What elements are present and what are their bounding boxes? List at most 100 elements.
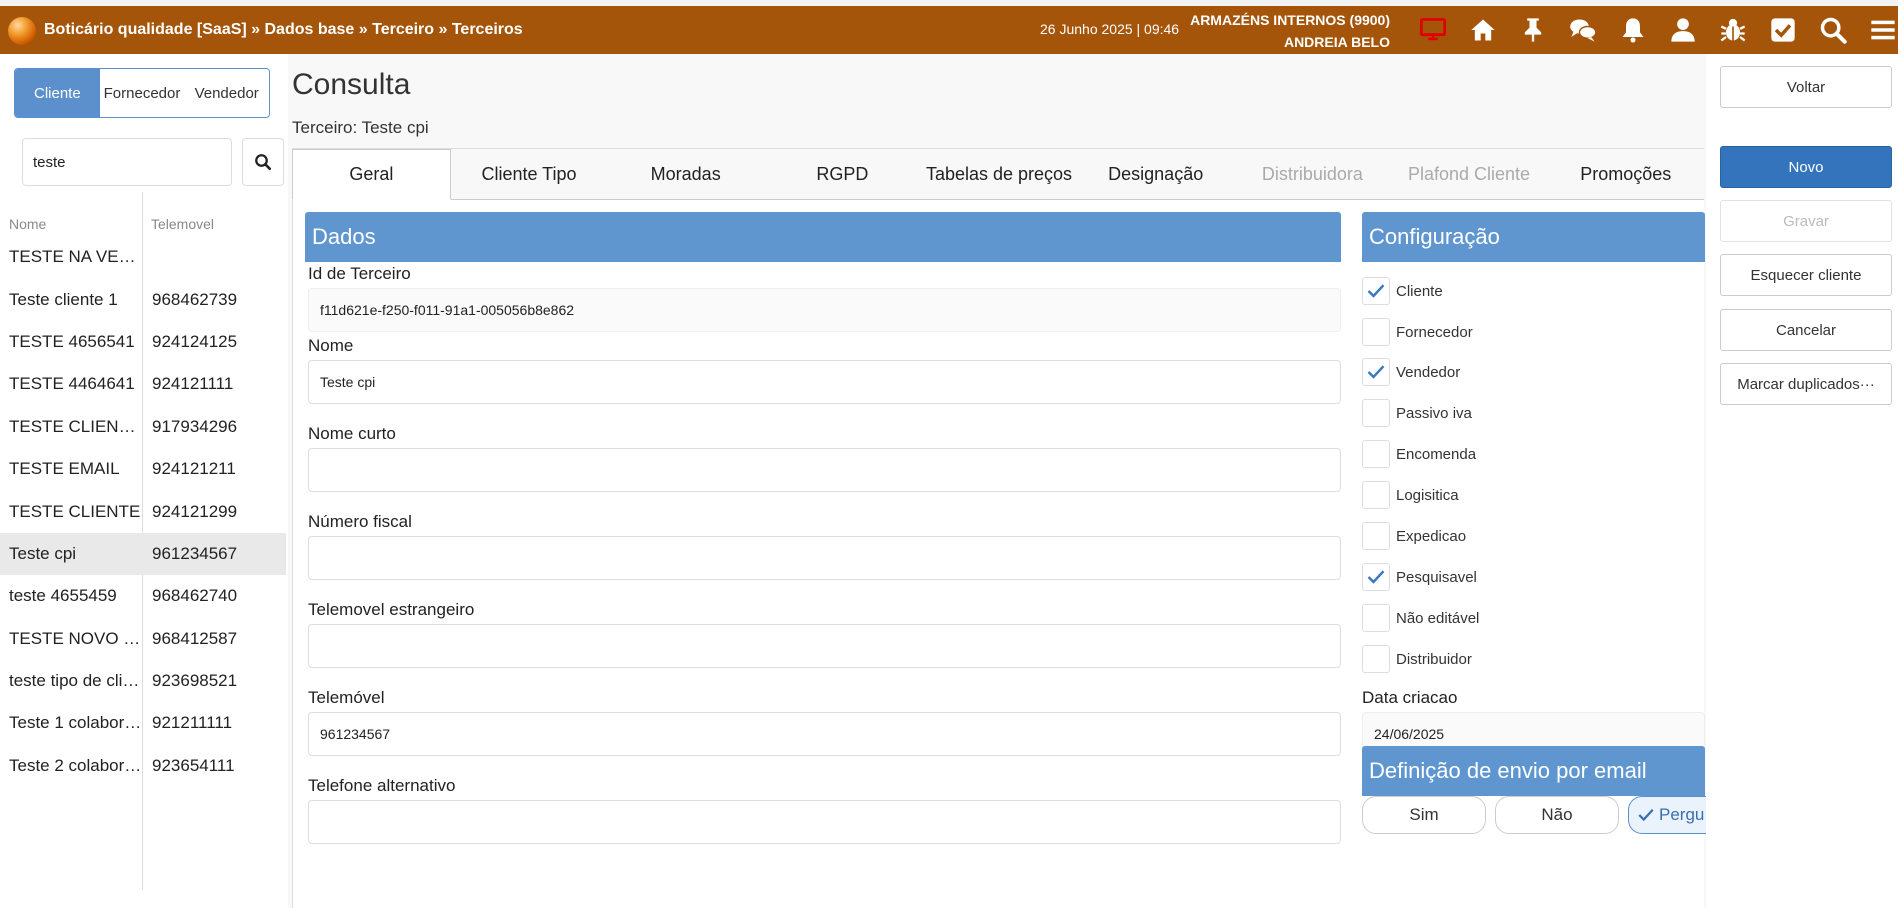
email-option-sim[interactable]: Sim <box>1362 796 1486 834</box>
checkbox-logisitica[interactable]: Logisitica <box>1362 480 1459 510</box>
search-button[interactable] <box>242 138 284 186</box>
checkbox-pesquisavel[interactable]: Pesquisavel <box>1362 562 1477 592</box>
tab-content-geral: Dados Id de Terceiro f11d621e-f250-f011-… <box>292 200 1718 908</box>
menu-icon[interactable] <box>1858 6 1898 54</box>
dados-panel-title: Dados <box>305 212 1341 262</box>
breadcrumb[interactable]: Boticário qualidade [SaaS] » Dados base … <box>44 21 523 39</box>
checkbox-box[interactable] <box>1362 522 1390 550</box>
field-label-telemovel: Telemóvel <box>308 688 385 707</box>
marcar-duplicados-button[interactable]: Marcar duplicados··· <box>1720 363 1892 405</box>
tab-geral[interactable]: Geral <box>292 149 451 200</box>
list-item[interactable]: Teste cliente 1 968462739 <box>0 278 286 320</box>
user-block: ARMAZÉNS INTERNOS (9900) ANDREIA BELO <box>1170 9 1390 53</box>
segment-cliente[interactable]: Cliente <box>15 69 100 117</box>
esquecer-cliente-button[interactable]: Esquecer cliente <box>1720 254 1892 296</box>
list-item[interactable]: TESTE CLIENTE 2 917934296 <box>0 406 286 448</box>
list-item[interactable]: Teste 1 colaborador 921211111 <box>0 702 286 744</box>
tab-tabelas-de-precos[interactable]: Tabelas de preços <box>921 149 1078 199</box>
checkbox-passivo-iva[interactable]: Passivo iva <box>1362 398 1472 428</box>
column-header-telemovel[interactable]: Telemovel <box>142 192 288 236</box>
list-item[interactable]: Teste 2 colaborador 923654111 <box>0 745 286 787</box>
tab-plafond-cliente: Plafond Cliente <box>1407 163 1531 184</box>
list-item[interactable]: teste tipo de cliente 923698521 <box>0 660 286 702</box>
user-icon[interactable] <box>1658 6 1708 54</box>
checkbox-cliente[interactable]: Cliente <box>1362 276 1443 306</box>
checkbox-vendedor[interactable]: Vendedor <box>1362 357 1460 387</box>
gravar-button: Gravar <box>1720 200 1892 242</box>
check-icon[interactable] <box>1362 358 1390 386</box>
check-square-icon[interactable] <box>1758 6 1808 54</box>
item-name: TESTE CLIENTE 2 <box>9 416 142 436</box>
list-item[interactable]: TESTE 4656541 924124125 <box>0 321 286 363</box>
nome-curto-field[interactable] <box>308 448 1341 492</box>
bug-icon[interactable] <box>1708 6 1758 54</box>
search-icon[interactable] <box>1808 6 1858 54</box>
item-name: TESTE 4464641 <box>9 374 135 394</box>
tab-promocoes[interactable]: Promoções <box>1547 149 1704 199</box>
left-panel: Cliente Fornecedor Vendedor Nome Telemov… <box>0 54 288 908</box>
email-panel-title: Definição de envio por email <box>1362 746 1705 796</box>
checkbox-expedicao[interactable]: Expedicao <box>1362 521 1466 551</box>
telemovel-estrangeiro-field[interactable] <box>308 624 1341 668</box>
monitor-icon[interactable] <box>1408 6 1458 54</box>
checkbox-encomenda[interactable]: Encomenda <box>1362 439 1476 469</box>
item-tel: 961234567 <box>152 543 238 563</box>
telefone-alternativo-field[interactable] <box>308 800 1341 844</box>
client-list: TESTE NA VENDA Teste cliente 1 968462739 … <box>0 236 286 787</box>
page-title: Consulta <box>292 68 411 101</box>
list-item[interactable]: TESTE EMAIL 924121211 <box>0 448 286 490</box>
list-item[interactable]: TESTE NOVO CLIENTE 968412587 <box>0 618 286 660</box>
nome-field[interactable]: Teste cpi <box>308 360 1341 404</box>
tab-distribuidora: Distribuidora <box>1261 163 1363 184</box>
data-criacao-label: Data criacao <box>1362 688 1458 707</box>
checkbox-box[interactable] <box>1362 440 1390 468</box>
email-option-perguntar[interactable]: Pergu <box>1628 796 1718 834</box>
chat-icon[interactable] <box>1558 6 1608 54</box>
tab-cliente-tipo[interactable]: Cliente Tipo <box>451 149 608 199</box>
list-item[interactable]: TESTE 4464641 924121111 <box>0 363 286 405</box>
list-item[interactable]: TESTE NA VENDA <box>0 236 286 278</box>
logo-icon[interactable] <box>8 17 36 45</box>
item-name: Teste 2 colaborador <box>9 755 142 775</box>
bell-icon[interactable] <box>1608 6 1658 54</box>
pin-icon[interactable] <box>1508 6 1558 54</box>
checkbox-fornecedor[interactable]: Fornecedor <box>1362 317 1473 347</box>
checkbox-box[interactable] <box>1362 604 1390 632</box>
warehouse-label[interactable]: ARMAZÉNS INTERNOS (9900) <box>1170 9 1390 31</box>
search-input[interactable] <box>22 138 232 186</box>
field-label-numero-fiscal: Número fiscal <box>308 512 412 531</box>
checkbox-distribuidor[interactable]: Distribuidor <box>1362 644 1472 674</box>
item-tel: 924121211 <box>152 459 236 479</box>
tab-designacao[interactable]: Designação <box>1077 149 1234 199</box>
cancelar-button[interactable]: Cancelar <box>1720 309 1892 351</box>
check-icon[interactable] <box>1362 277 1390 305</box>
item-name: TESTE NA VENDA <box>9 247 142 267</box>
item-tel: 923654111 <box>152 755 235 775</box>
segment-vendedor[interactable]: Vendedor <box>184 69 269 117</box>
novo-button[interactable]: Novo <box>1720 146 1892 188</box>
voltar-button[interactable]: Voltar <box>1720 66 1892 108</box>
field-label-telemovel-estrangeiro: Telemovel estrangeiro <box>308 600 475 619</box>
checkbox-box[interactable] <box>1362 399 1390 427</box>
email-option-nao[interactable]: Não <box>1495 796 1619 834</box>
checkbox-box[interactable] <box>1362 481 1390 509</box>
tab-moradas[interactable]: Moradas <box>607 149 764 199</box>
list-item[interactable]: TESTE CLIENTE 924121299 <box>0 490 286 532</box>
item-name: Teste 1 colaborador <box>9 713 142 733</box>
checkbox-box[interactable] <box>1362 318 1390 346</box>
item-name: TESTE 4656541 <box>9 331 135 351</box>
item-tel: 968412587 <box>152 628 238 648</box>
segment-fornecedor[interactable]: Fornecedor <box>99 69 185 117</box>
checkbox-nao-editavel[interactable]: Não editável <box>1362 603 1479 633</box>
tab-rgpd[interactable]: RGPD <box>764 149 921 199</box>
telemovel-field[interactable]: 961234567 <box>308 712 1341 756</box>
user-name[interactable]: ANDREIA BELO <box>1170 31 1390 53</box>
check-icon[interactable] <box>1362 563 1390 591</box>
checkbox-box[interactable] <box>1362 645 1390 673</box>
numero-fiscal-field[interactable] <box>308 536 1341 580</box>
item-tel: 968462740 <box>152 586 238 606</box>
column-header-nome[interactable]: Nome <box>0 192 142 236</box>
list-item-selected[interactable]: Teste cpi 961234567 <box>0 532 286 576</box>
list-item[interactable]: teste 4655459 968462740 <box>0 575 286 617</box>
home-icon[interactable] <box>1458 6 1508 54</box>
